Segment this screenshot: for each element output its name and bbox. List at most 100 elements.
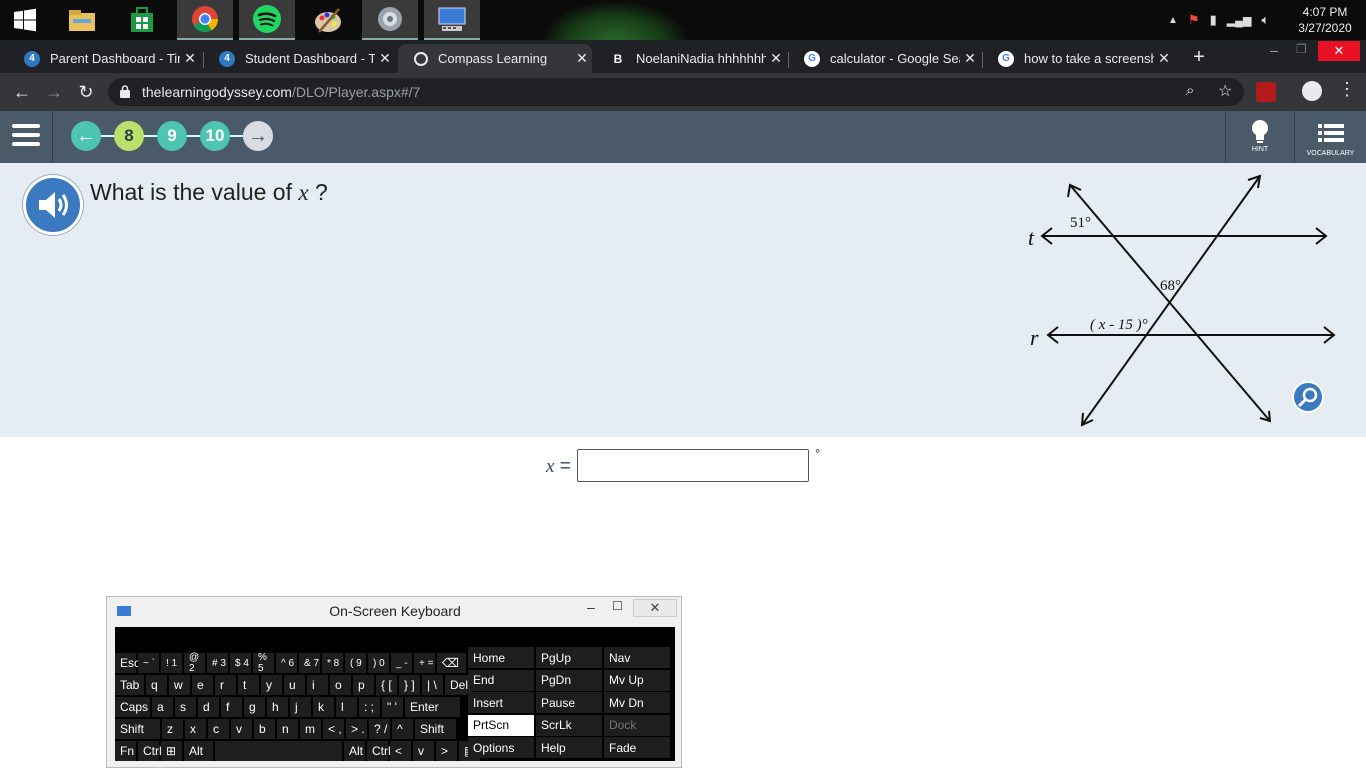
question-9-button[interactable]: 9 bbox=[157, 121, 187, 151]
osk-key[interactable]: } ] bbox=[399, 675, 420, 695]
maximize-window-button[interactable]: ❐ bbox=[1296, 42, 1307, 56]
osk-key[interactable]: Mv Dn bbox=[604, 692, 670, 713]
osk-key[interactable]: " ' bbox=[382, 697, 403, 717]
osk-key[interactable]: End bbox=[468, 669, 534, 691]
osk-key[interactable]: PrtScn bbox=[468, 714, 534, 736]
audio-speaker-button[interactable] bbox=[23, 175, 83, 235]
osk-key[interactable]: v bbox=[413, 741, 434, 761]
tab-student-dashboard[interactable]: 4 Student Dashboard - Tim ✕ bbox=[203, 44, 395, 73]
osk-key[interactable]: ? / bbox=[369, 719, 390, 739]
tab-parent-dashboard[interactable]: 4 Parent Dashboard - Time ✕ bbox=[8, 44, 200, 73]
osk-key[interactable]: z bbox=[162, 719, 183, 739]
more-menu-icon[interactable]: ⋮ bbox=[1338, 79, 1356, 100]
osk-key[interactable]: # 3 bbox=[207, 653, 228, 673]
osk-key[interactable]: $ 4 bbox=[230, 653, 251, 673]
osk-key[interactable]: + = bbox=[414, 653, 435, 673]
address-bar[interactable]: thelearningodyssey.com/DLO/Player.aspx#/… bbox=[108, 78, 1244, 106]
profile-avatar-icon[interactable] bbox=[1302, 81, 1322, 101]
chevron-up-icon[interactable]: ▲ bbox=[1168, 15, 1178, 26]
osk-key[interactable]: & 7 bbox=[299, 653, 320, 673]
osk-key[interactable]: Alt bbox=[344, 741, 365, 761]
osk-key[interactable]: % 5 bbox=[253, 652, 274, 674]
vocabulary-button[interactable]: VOCABULARY bbox=[1295, 111, 1366, 163]
next-question-arrow-icon[interactable]: → bbox=[243, 121, 273, 151]
osk-key[interactable]: Ctrl bbox=[367, 741, 391, 761]
back-arrow-icon[interactable]: ← bbox=[10, 80, 34, 104]
osk-key[interactable]: < , bbox=[323, 719, 344, 739]
speaker-app-icon[interactable] bbox=[362, 0, 418, 40]
osk-key[interactable]: > . bbox=[346, 719, 367, 739]
osk-key[interactable]: Shift bbox=[415, 719, 456, 739]
file-explorer-icon[interactable] bbox=[54, 0, 110, 40]
close-icon[interactable]: ✕ bbox=[766, 50, 786, 67]
osk-key[interactable]: { [ bbox=[376, 675, 397, 695]
osk-key[interactable]: > bbox=[436, 741, 457, 761]
network-icon[interactable]: ▂▄▆ bbox=[1227, 14, 1252, 27]
osk-key[interactable]: n bbox=[277, 719, 298, 739]
osk-key[interactable]: l bbox=[336, 697, 357, 717]
osk-maximize-button[interactable]: ☐ bbox=[612, 599, 623, 613]
previous-question-arrow-icon[interactable]: ← bbox=[71, 121, 101, 151]
osk-key[interactable]: g bbox=[244, 697, 265, 717]
tab-calculator-google[interactable]: G calculator - Google Sear ✕ bbox=[788, 44, 980, 73]
osk-key[interactable]: e bbox=[192, 675, 213, 695]
tab-noelaninadia[interactable]: B NoelaniNadia hhhhhhhh ✕ bbox=[594, 44, 786, 73]
osk-key[interactable]: Dock bbox=[604, 714, 670, 736]
osk-key[interactable]: | \ bbox=[422, 675, 443, 695]
osk-key[interactable]: ⊞ bbox=[161, 741, 182, 761]
osk-key[interactable]: ) 0 bbox=[368, 653, 389, 673]
osk-key[interactable]: o bbox=[330, 675, 351, 695]
osk-key[interactable]: j bbox=[290, 697, 311, 717]
osk-key[interactable]: Help bbox=[536, 737, 602, 758]
close-icon[interactable]: ✕ bbox=[375, 50, 395, 67]
osk-key[interactable]: y bbox=[261, 675, 282, 695]
zoom-icon[interactable]: ⌕ bbox=[1186, 82, 1194, 99]
osk-key[interactable]: ^ bbox=[392, 719, 413, 739]
osk-key[interactable]: w bbox=[169, 675, 190, 695]
osk-key[interactable]: Insert bbox=[468, 692, 534, 713]
answer-input[interactable] bbox=[577, 449, 809, 482]
osk-key[interactable]: k bbox=[313, 697, 334, 717]
hamburger-menu-icon[interactable] bbox=[12, 124, 40, 146]
osk-key[interactable]: v bbox=[231, 719, 252, 739]
osk-key[interactable]: p bbox=[353, 675, 374, 695]
osk-key[interactable]: Mv Up bbox=[604, 669, 670, 691]
osk-key[interactable]: Alt bbox=[184, 741, 213, 761]
osk-key[interactable]: @ 2 bbox=[184, 652, 205, 674]
battery-icon[interactable]: ▮ bbox=[1210, 12, 1217, 28]
close-icon[interactable]: ✕ bbox=[572, 50, 592, 67]
osk-key[interactable]: Options bbox=[468, 737, 534, 758]
osk-key[interactable]: Enter bbox=[405, 697, 460, 717]
osk-key[interactable]: ^ 6 bbox=[276, 653, 297, 673]
osk-key[interactable]: Home bbox=[468, 647, 534, 668]
osk-key[interactable]: Esc bbox=[115, 653, 140, 673]
clock[interactable]: 4:07 PM 3/27/2020 bbox=[1290, 4, 1360, 36]
osk-close-button[interactable]: ✕ bbox=[633, 599, 677, 617]
spotify-icon[interactable] bbox=[239, 0, 295, 40]
osk-key[interactable]: Ctrl bbox=[138, 741, 162, 761]
osk-key[interactable]: Tab bbox=[115, 675, 144, 695]
osk-minimize-button[interactable]: – bbox=[587, 599, 595, 615]
hint-button[interactable]: HINT bbox=[1226, 111, 1294, 163]
pdf-extension-icon[interactable] bbox=[1256, 82, 1276, 102]
osk-key[interactable] bbox=[215, 741, 342, 761]
volume-icon[interactable]: 🔈︎ bbox=[1261, 12, 1269, 28]
osk-key[interactable]: : ; bbox=[359, 697, 380, 717]
close-icon[interactable]: ✕ bbox=[180, 50, 200, 67]
osk-key[interactable]: t bbox=[238, 675, 259, 695]
osk-key[interactable]: Shift bbox=[115, 719, 160, 739]
osk-key[interactable]: * 8 bbox=[322, 653, 343, 673]
flag-icon[interactable]: ⚑ bbox=[1188, 12, 1200, 28]
on-screen-keyboard-app-icon[interactable] bbox=[424, 0, 480, 40]
osk-key[interactable]: _ - bbox=[391, 653, 412, 673]
reload-icon[interactable]: ↻ bbox=[74, 80, 98, 104]
osk-key[interactable]: Caps bbox=[115, 697, 150, 717]
osk-key[interactable]: m bbox=[300, 719, 321, 739]
osk-key[interactable]: u bbox=[284, 675, 305, 695]
question-10-button[interactable]: 10 bbox=[200, 121, 230, 151]
osk-key[interactable]: b bbox=[254, 719, 275, 739]
osk-key[interactable]: Pause bbox=[536, 692, 602, 713]
osk-key[interactable]: PgDn bbox=[536, 669, 602, 691]
close-icon[interactable]: ✕ bbox=[1154, 50, 1174, 67]
osk-key[interactable]: ~ ` bbox=[138, 653, 159, 673]
